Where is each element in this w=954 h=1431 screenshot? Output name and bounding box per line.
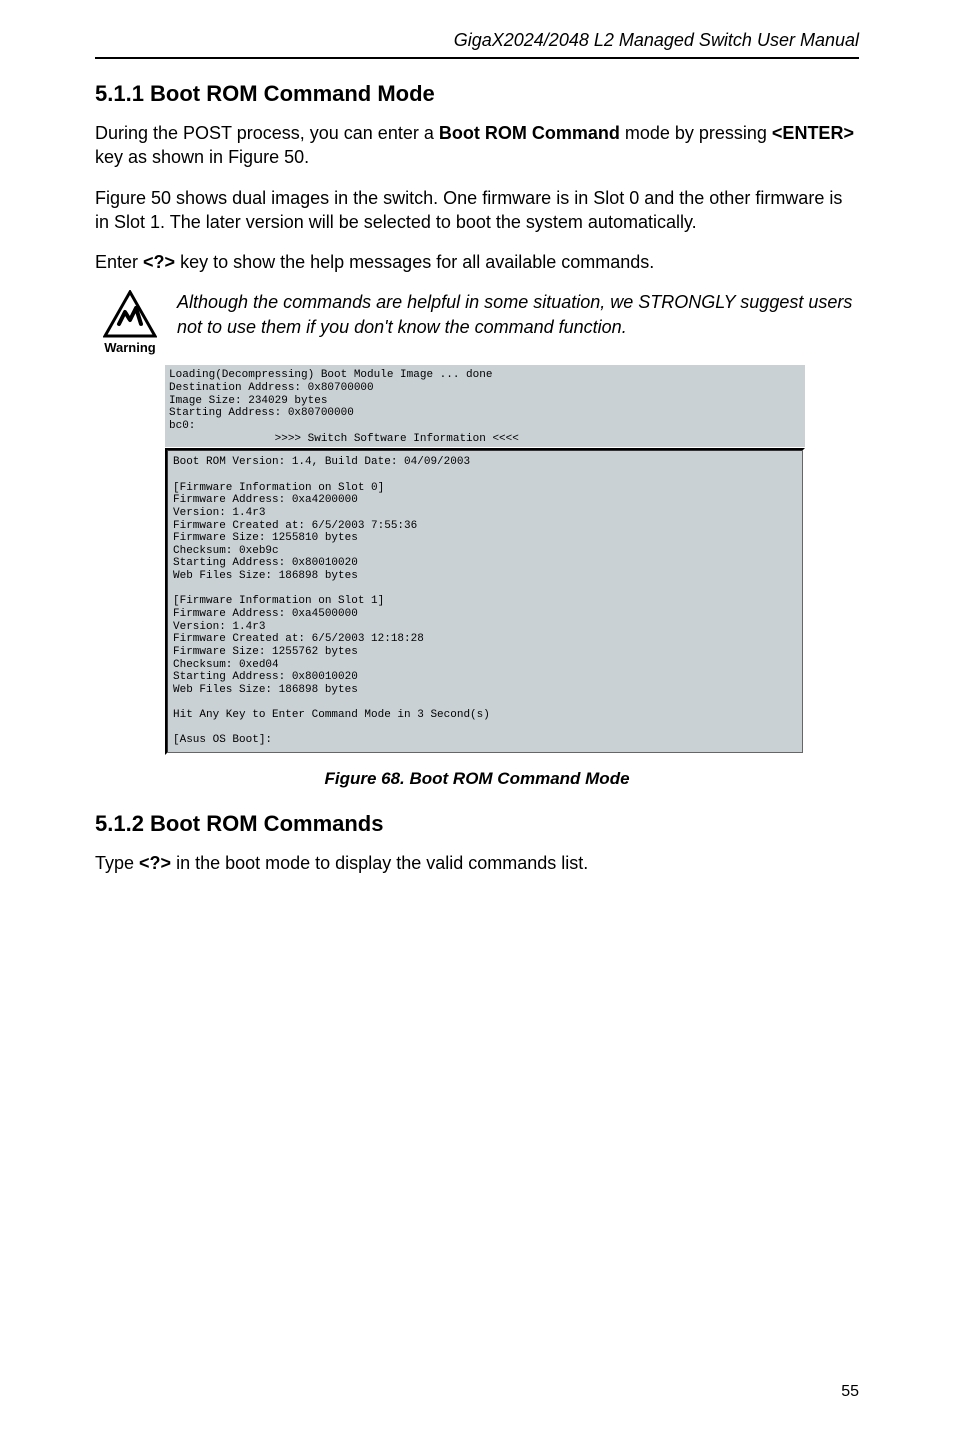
para-511-1: During the POST process, you can enter a… (95, 121, 859, 170)
terminal-screenshot: Loading(Decompressing) Boot Module Image… (165, 365, 805, 755)
terminal-body-lines: Boot ROM Version: 1.4, Build Date: 04/09… (165, 448, 805, 755)
para-511-3: Enter <?> key to show the help messages … (95, 250, 859, 274)
text: key as shown in Figure 50. (95, 147, 309, 167)
page-number: 55 (841, 1383, 859, 1401)
warning-icon (103, 290, 157, 338)
bold-text: Boot ROM Command (439, 123, 620, 143)
para-512-1: Type <?> in the boot mode to display the… (95, 851, 859, 875)
text: key to show the help messages for all av… (175, 252, 654, 272)
warning-icon-box: Warning (95, 290, 165, 355)
para-511-2: Figure 50 shows dual images in the switc… (95, 186, 859, 235)
text: Type (95, 853, 139, 873)
heading-512: 5.1.2 Boot ROM Commands (95, 811, 859, 837)
header-rule (95, 57, 859, 59)
bold-text: <?> (143, 252, 175, 272)
terminal-header-lines: Loading(Decompressing) Boot Module Image… (165, 365, 805, 447)
figure-caption: Figure 68. Boot ROM Command Mode (95, 769, 859, 789)
bold-text: <?> (139, 853, 171, 873)
warning-text: Although the commands are helpful in som… (165, 290, 859, 339)
text: mode by pressing (620, 123, 772, 143)
text: Enter (95, 252, 143, 272)
warning-label: Warning (95, 340, 165, 355)
bold-text: <ENTER> (772, 123, 854, 143)
text: During the POST process, you can enter a (95, 123, 439, 143)
page: GigaX2024/2048 L2 Managed Switch User Ma… (0, 0, 954, 1431)
running-header: GigaX2024/2048 L2 Managed Switch User Ma… (95, 30, 859, 57)
text: in the boot mode to display the valid co… (171, 853, 588, 873)
heading-511: 5.1.1 Boot ROM Command Mode (95, 81, 859, 107)
warning-block: Warning Although the commands are helpfu… (95, 290, 859, 355)
